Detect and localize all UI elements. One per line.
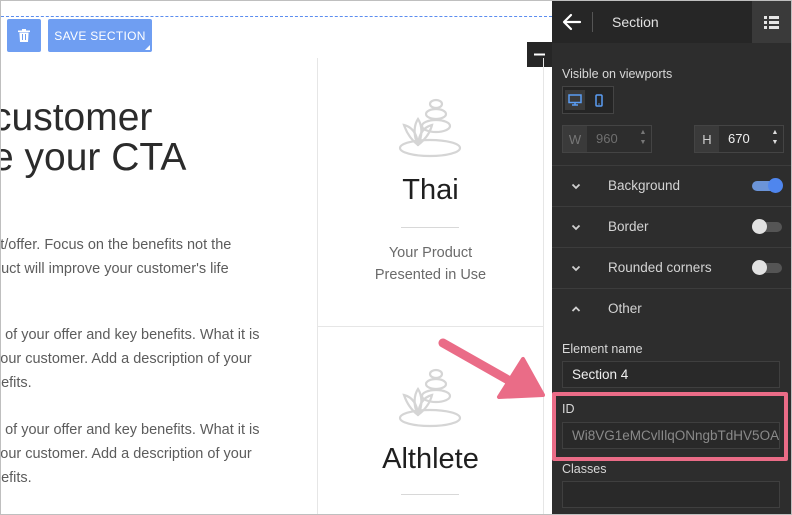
width-value: 960 xyxy=(596,131,618,146)
page-canvas: SAVE SECTION customer e your CTA ct/offe… xyxy=(1,1,552,514)
paragraph-line: ct/offer. Focus on the benefits not the xyxy=(1,237,232,253)
mobile-phone-icon xyxy=(595,93,603,107)
mobile-viewport-toggle[interactable] xyxy=(589,90,609,110)
desktop-viewport-toggle[interactable] xyxy=(565,90,585,110)
delete-section-button[interactable] xyxy=(7,19,41,52)
paragraph-line: n of your offer and key benefits. What i… xyxy=(1,422,260,438)
lotus-spa-icon xyxy=(398,368,462,428)
body-paragraph: n of your offer and key benefits. What i… xyxy=(1,418,260,490)
card-title: Thai xyxy=(402,174,459,206)
paragraph-line: nefits. xyxy=(1,470,32,486)
section-settings-panel: Section Visible on viewports W 960 ▲ ▼ H… xyxy=(552,1,791,514)
accordion-other[interactable]: Other xyxy=(552,288,791,329)
id-input[interactable]: Wi8VG1eMCvlIlqONngbTdHV5OA xyxy=(562,422,780,449)
paragraph-line: your customer. Add a description of your xyxy=(1,351,252,367)
accordion-label: Border xyxy=(608,219,649,234)
height-field[interactable]: H 670 ▲ ▼ xyxy=(694,125,784,153)
classes-input[interactable] xyxy=(562,481,780,508)
card-title: Althlete xyxy=(382,443,479,475)
height-value: 670 xyxy=(728,131,750,146)
body-paragraph: ct/offer. Focus on the benefits not the … xyxy=(1,233,231,281)
layers-button[interactable] xyxy=(752,1,791,43)
classes-label: Classes xyxy=(562,462,607,476)
save-section-button[interactable]: SAVE SECTION xyxy=(48,19,152,52)
card-divider-line xyxy=(401,494,459,495)
accordion-label: Rounded corners xyxy=(608,260,712,275)
border-toggle[interactable] xyxy=(752,219,784,234)
lotus-spa-icon xyxy=(398,98,462,158)
card-separator xyxy=(318,326,543,327)
list-icon xyxy=(764,15,779,29)
accordion-background[interactable]: Background xyxy=(552,165,791,206)
chevron-up-icon xyxy=(571,306,581,312)
visible-on-viewports-label: Visible on viewports xyxy=(562,67,673,81)
width-field[interactable]: W 960 ▲ ▼ xyxy=(562,125,652,153)
card-subtitle: Your Product Presented in Use xyxy=(318,242,543,286)
id-label: ID xyxy=(562,402,575,416)
subtitle-line: Your Product xyxy=(388,245,473,261)
desktop-icon xyxy=(568,94,582,106)
section-selection-outline xyxy=(1,16,552,17)
accordion-label: Other xyxy=(608,301,642,316)
chevron-down-icon xyxy=(571,183,581,190)
header-separator xyxy=(592,12,593,32)
accordion-rounded-corners[interactable]: Rounded corners xyxy=(552,247,791,288)
chevron-down-icon xyxy=(571,224,581,231)
element-name-input[interactable]: Section 4 xyxy=(562,361,780,388)
accordion-border[interactable]: Border xyxy=(552,206,791,247)
accordion-label: Background xyxy=(608,178,681,193)
editor-window: SAVE SECTION customer e your CTA ct/offe… xyxy=(0,0,792,515)
element-name-label: Element name xyxy=(562,342,643,356)
width-label: W xyxy=(563,126,587,152)
hero-headline: customer e your CTA xyxy=(1,98,186,178)
body-paragraph: n of your offer and key benefits. What i… xyxy=(1,323,260,395)
panel-header: Section xyxy=(552,1,791,43)
width-stepper[interactable]: ▲ ▼ xyxy=(639,128,647,150)
chevron-down-icon xyxy=(571,265,581,272)
trash-icon xyxy=(18,29,30,42)
viewport-toggle-group xyxy=(562,86,614,114)
back-arrow-icon[interactable] xyxy=(562,13,582,31)
subtitle-line: Presented in Use xyxy=(374,267,487,283)
paragraph-line: nefits. xyxy=(1,375,32,391)
headline-line: e your CTA xyxy=(1,136,187,179)
background-toggle[interactable] xyxy=(752,178,784,193)
paragraph-line: n of your offer and key benefits. What i… xyxy=(1,327,260,343)
paragraph-line: duct will improve your customer's life xyxy=(1,261,229,277)
height-stepper[interactable]: ▲ ▼ xyxy=(771,128,779,150)
rounded-corners-toggle[interactable] xyxy=(752,260,784,275)
panel-title: Section xyxy=(612,14,659,30)
height-label: H xyxy=(695,126,719,152)
product-cards-column: Thai Your Product Presented in Use Althl… xyxy=(317,58,544,514)
headline-line: customer xyxy=(1,96,153,139)
paragraph-line: your customer. Add a description of your xyxy=(1,446,252,462)
card-divider-line xyxy=(401,227,459,228)
